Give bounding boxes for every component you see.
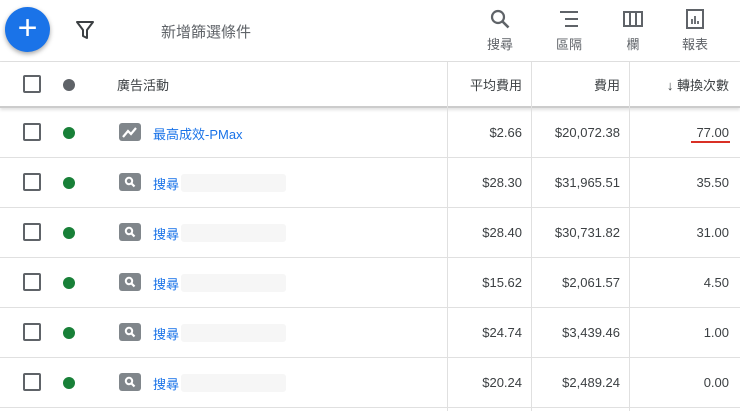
campaign-name-link[interactable]: 最高成效-PMax: [153, 124, 243, 143]
redacted-name: [181, 274, 286, 292]
avg-cost-cell: $28.30: [482, 175, 522, 190]
toolbar: + 新增篩選條件 搜尋 區隔 欄 報表: [0, 0, 740, 62]
performance-max-icon: [119, 123, 141, 141]
conversions-cell: 31.00: [696, 225, 729, 240]
search-icon: [490, 9, 510, 29]
avg-cost-cell: $28.40: [482, 225, 522, 240]
conversions-cell: 4.50: [703, 275, 729, 290]
row-checkbox[interactable]: [23, 373, 41, 391]
cost-header[interactable]: 費用: [531, 62, 620, 106]
columns-label: 欄: [626, 37, 640, 52]
avg-cost-cell: $20.24: [482, 375, 522, 390]
campaign-name-link[interactable]: 搜尋: [153, 274, 179, 293]
search-campaign-icon: [119, 223, 141, 241]
avg-cost-cell: $24.74: [482, 325, 522, 340]
search-campaign-icon: [119, 273, 141, 291]
row-checkbox[interactable]: [23, 173, 41, 191]
reports-label: 報表: [681, 37, 708, 52]
table-row[interactable]: 搜尋 $20.24 $2,489.24 0.00: [0, 358, 740, 408]
conversions-underline: [691, 141, 730, 143]
enabled-status-icon: [63, 177, 75, 189]
search-campaign-icon: [119, 173, 141, 191]
row-checkbox[interactable]: [23, 273, 41, 291]
reports-icon: [686, 9, 704, 29]
segment-icon: [560, 11, 578, 27]
conversions-header[interactable]: ↓ 轉換次數: [629, 62, 729, 106]
enabled-status-icon: [63, 377, 75, 389]
table-row[interactable]: 搜尋 $28.40 $30,731.82 31.00: [0, 208, 740, 258]
row-checkbox[interactable]: [23, 123, 41, 141]
conversions-cell: 0.00: [703, 375, 729, 390]
reports-tool-button[interactable]: 報表: [670, 8, 720, 53]
cost-cell: $2,061.57: [562, 275, 620, 290]
cost-cell: $3,439.46: [562, 325, 620, 340]
columns-tool-button[interactable]: 欄: [608, 8, 658, 53]
cost-cell: $20,072.38: [554, 125, 620, 140]
redacted-name: [181, 224, 286, 242]
enabled-status-icon: [63, 327, 75, 339]
campaign-name-link[interactable]: 搜尋: [153, 224, 179, 243]
segment-tool-button[interactable]: 區隔: [544, 8, 594, 53]
enabled-status-icon: [63, 127, 75, 139]
redacted-name: [181, 324, 286, 342]
row-checkbox[interactable]: [23, 323, 41, 341]
filter-icon[interactable]: [76, 20, 94, 45]
table-row[interactable]: 搜尋 $24.74 $3,439.46 1.00: [0, 308, 740, 358]
row-checkbox[interactable]: [23, 223, 41, 241]
table-row[interactable]: 搜尋 $15.62 $2,061.57 4.50: [0, 258, 740, 308]
conversions-cell: 1.00: [703, 325, 729, 340]
add-button[interactable]: +: [5, 7, 50, 52]
search-label: 搜尋: [486, 37, 513, 52]
avg-cost-header[interactable]: 平均費用: [447, 62, 522, 106]
cost-cell: $30,731.82: [554, 225, 620, 240]
avg-cost-cell: $2.66: [489, 125, 522, 140]
redacted-name: [181, 174, 286, 192]
cost-cell: $2,489.24: [562, 375, 620, 390]
select-all-checkbox[interactable]: [23, 75, 41, 93]
conversions-cell: 35.50: [696, 175, 729, 190]
enabled-status-icon: [63, 277, 75, 289]
campaign-name-link[interactable]: 搜尋: [153, 324, 179, 343]
add-filter-input[interactable]: 新增篩選條件: [161, 21, 251, 42]
conversions-cell: 77.00: [696, 125, 729, 140]
table-row[interactable]: 最高成效-PMax $2.66 $20,072.38 77.00: [0, 108, 740, 158]
search-campaign-icon: [119, 323, 141, 341]
columns-icon: [623, 11, 643, 27]
cost-cell: $31,965.51: [554, 175, 620, 190]
segment-label: 區隔: [555, 37, 582, 52]
search-campaign-icon: [119, 373, 141, 391]
table-row[interactable]: 搜尋 $28.30 $31,965.51 35.50: [0, 158, 740, 208]
campaign-name-link[interactable]: 搜尋: [153, 174, 179, 193]
redacted-name: [181, 374, 286, 392]
campaign-name-link[interactable]: 搜尋: [153, 374, 179, 393]
enabled-status-icon: [63, 227, 75, 239]
status-header-icon[interactable]: [63, 79, 75, 91]
avg-cost-cell: $15.62: [482, 275, 522, 290]
campaign-header[interactable]: 廣告活動: [117, 62, 169, 106]
search-tool-button[interactable]: 搜尋: [475, 8, 525, 53]
